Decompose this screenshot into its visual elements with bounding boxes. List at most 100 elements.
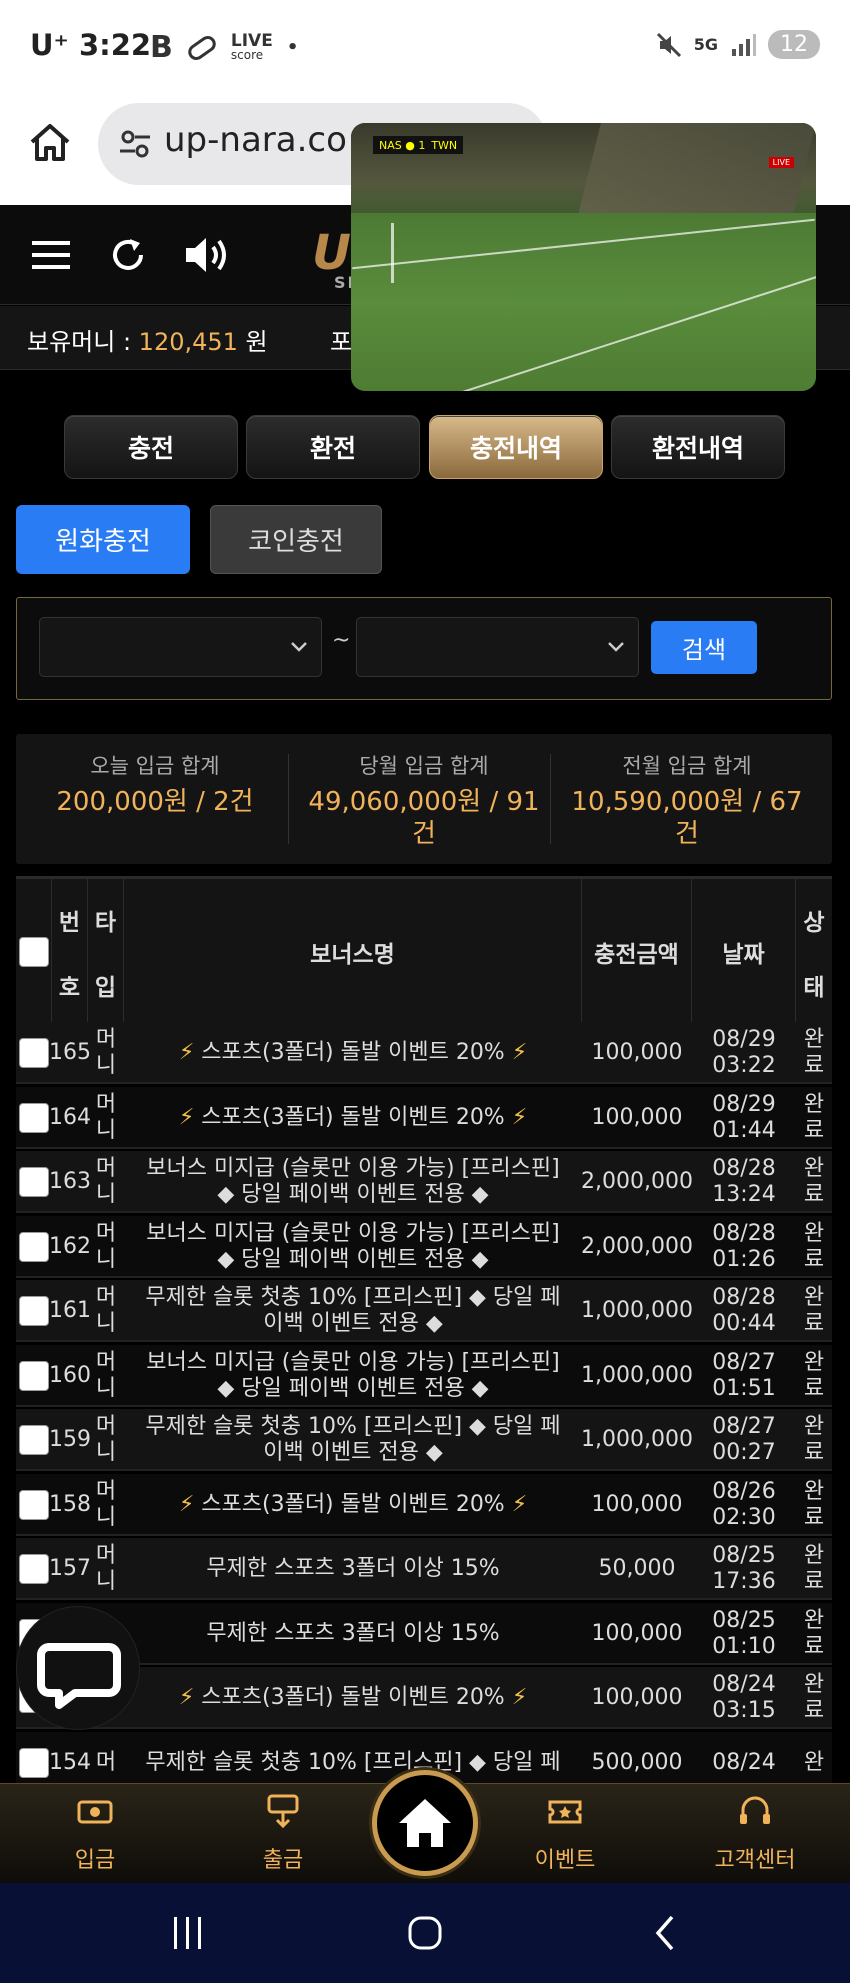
table-row[interactable]: 161 머 니 무제한 슬롯 첫충 10% [프리스핀] ◆ 당일 페 이백 이벤트 전… [16, 1280, 832, 1342]
chevron-down-icon [291, 642, 307, 652]
tab-charge-history[interactable]: 충전내역 [429, 415, 603, 479]
table-row[interactable]: 160 머 니 보너스 미지급 (슬롯만 이용 가능) [프리스핀] ◆ 당일 페이백 … [16, 1344, 832, 1407]
tab-exchange-history[interactable]: 환전내역 [611, 415, 785, 479]
table-row[interactable]: 157 머 니 무제한 스포츠 3폴더 이상 15% 50,000 08/25 17:36 완… [16, 1538, 832, 1600]
row-type: 머니 [95, 1027, 117, 1078]
date-search-box: ~ 검색 [16, 597, 832, 700]
row-amount: 1,000,000 [581, 1362, 693, 1388]
nav-deposit[interactable]: 입금 [30, 1784, 160, 1884]
row-number: 159 [49, 1427, 91, 1452]
table-row[interactable]: 164 머 니 ⚡ 스포츠(3폴더) 돌발 이벤트 20% ⚡ 100,000 08/29… [16, 1086, 832, 1149]
row-number: 163 [49, 1169, 91, 1194]
summary-this-month: 당월 입금 합계 49,060,000원 / 91 건 [308, 754, 540, 849]
nav-customer-center[interactable]: 고객센터 [690, 1784, 820, 1884]
row-bonus-name: 보너스 미지급 (슬롯만 이용 가능) [프리스핀] ◆ 당일 페이백 이벤트 전… [146, 1349, 560, 1401]
row-amount: 500,000 [591, 1749, 683, 1775]
row-status: 완료 [803, 1478, 825, 1530]
url-text: up-nara.co [164, 120, 347, 160]
subtab-krw-charge[interactable]: 원화충전 [16, 505, 190, 574]
deposit-summary: 오늘 입금 합계 200,000원 / 2건 당월 입금 합계 49,060,0… [16, 734, 832, 864]
nav-home-button[interactable] [372, 1770, 478, 1876]
table-row[interactable]: 162 머 니 보너스 미지급 (슬롯만 이용 가능) [프리스핀] ◆ 당일 페이백 … [16, 1215, 832, 1278]
row-checkbox-cell [16, 1538, 52, 1600]
row-type: 머니 [95, 1091, 117, 1143]
tab-charge[interactable]: 충전 [64, 415, 238, 479]
site-settings-icon[interactable] [118, 127, 152, 161]
sound-icon[interactable] [183, 233, 235, 277]
row-status: 완료 [803, 1672, 825, 1723]
row-checkbox[interactable] [19, 1038, 49, 1068]
row-date: 08/24 03:15 [712, 1672, 776, 1723]
row-amount: 2,000,000 [581, 1233, 693, 1259]
row-bonus-name: ⚡ 스포츠(3폴더) 돌발 이벤트 20% ⚡ [178, 1040, 528, 1065]
table-row[interactable]: 165 머 니 ⚡ 스포츠(3폴더) 돌발 이벤트 20% ⚡ 100,000 08/29… [16, 1022, 832, 1084]
row-number: 157 [49, 1556, 91, 1581]
row-date: 08/27 01:51 [712, 1349, 776, 1401]
row-number: 158 [49, 1491, 91, 1517]
refresh-icon[interactable] [108, 235, 148, 275]
balance-label: 보유머니 : 120,451 원 [27, 328, 268, 356]
home-circle-icon[interactable] [405, 1913, 445, 1953]
pip-video-player[interactable]: NAS ● 1 TWN LIVE [351, 123, 816, 391]
row-type: 머니 [95, 1220, 117, 1272]
site-logo[interactable]: U SP [312, 225, 359, 292]
header-date: 날짜 [692, 879, 796, 1025]
table-row[interactable]: 163 머 니 보너스 미지급 (슬롯만 이용 가능) [프리스핀] ◆ 당일 페이백 … [16, 1151, 832, 1213]
row-amount: 100,000 [591, 1685, 683, 1710]
row-checkbox[interactable] [19, 1554, 49, 1584]
select-all-checkbox-cell [16, 879, 52, 1025]
start-date-select[interactable] [39, 617, 322, 677]
row-type: 머니 [95, 1285, 117, 1336]
row-number: 161 [49, 1298, 91, 1323]
table-row[interactable]: 159 머 니 무제한 슬롯 첫충 10% [프리스핀] ◆ 당일 페 이백 이벤트 전… [16, 1409, 832, 1471]
tab-exchange[interactable]: 환전 [246, 415, 420, 479]
row-amount: 100,000 [591, 1620, 683, 1646]
row-date: 08/28 13:24 [712, 1156, 776, 1207]
row-type: 머 [95, 1749, 117, 1775]
row-type: 머니 [95, 1156, 117, 1207]
hamburger-menu-icon[interactable] [32, 241, 70, 269]
row-number: 162 [49, 1233, 91, 1259]
browser-home-icon[interactable] [28, 120, 72, 164]
row-checkbox-cell [16, 1280, 52, 1342]
header-status: 상태 [803, 909, 825, 1001]
row-checkbox[interactable] [19, 1231, 49, 1262]
select-all-checkbox[interactable] [18, 937, 49, 967]
row-bonus-name: 무제한 슬롯 첫충 10% [프리스핀] ◆ 당일 페 이백 이벤트 전용 ◆ [145, 1414, 561, 1465]
row-date: 08/25 17:36 [712, 1543, 776, 1594]
row-amount: 100,000 [591, 1104, 683, 1130]
subtab-coin-charge[interactable]: 코인충전 [210, 505, 382, 574]
header-charge-amount: 충전금액 [582, 879, 692, 1025]
table-row[interactable]: 158 머 니 ⚡ 스포츠(3폴더) 돌발 이벤트 20% ⚡ 100,000 08/26… [16, 1473, 832, 1536]
summary-last-month: 전월 입금 합계 10,590,000원 / 67 건 [571, 754, 803, 849]
row-checkbox[interactable] [19, 1296, 49, 1326]
row-checkbox[interactable] [19, 1360, 49, 1391]
video-live-badge: LIVE [768, 157, 794, 168]
row-checkbox[interactable] [19, 1747, 49, 1778]
row-bonus-name: 무제한 슬롯 첫충 10% [프리스핀] ◆ 당일 페 [145, 1749, 561, 1775]
row-checkbox[interactable] [19, 1489, 49, 1520]
back-icon[interactable] [650, 1913, 680, 1953]
recent-apps-icon[interactable] [170, 1913, 206, 1953]
row-checkbox[interactable] [19, 1102, 49, 1133]
event-ticket-icon [548, 1800, 582, 1824]
row-checkbox-cell [16, 1151, 52, 1213]
nav-event[interactable]: 이벤트 [500, 1784, 630, 1884]
home-icon [399, 1799, 451, 1847]
row-checkbox[interactable] [19, 1425, 49, 1455]
row-date: 08/27 00:27 [712, 1414, 776, 1465]
nav-withdraw[interactable]: 출금 [218, 1784, 348, 1884]
live-score-icon: LIVE score [230, 30, 273, 62]
row-status: 완 [803, 1749, 825, 1775]
row-checkbox[interactable] [19, 1167, 49, 1197]
chat-button[interactable] [16, 1606, 140, 1730]
search-button[interactable]: 검색 [651, 621, 757, 674]
end-date-select[interactable] [356, 617, 639, 677]
status-app-icons: B LIVE score • [150, 30, 298, 65]
row-date: 08/25 01:10 [712, 1607, 776, 1659]
status-right-icons: 5G 12 [656, 30, 820, 59]
chevron-down-icon [608, 642, 624, 652]
battery-indicator: 12 [768, 30, 820, 59]
b-icon: B [150, 30, 173, 65]
row-amount: 50,000 [598, 1556, 676, 1581]
